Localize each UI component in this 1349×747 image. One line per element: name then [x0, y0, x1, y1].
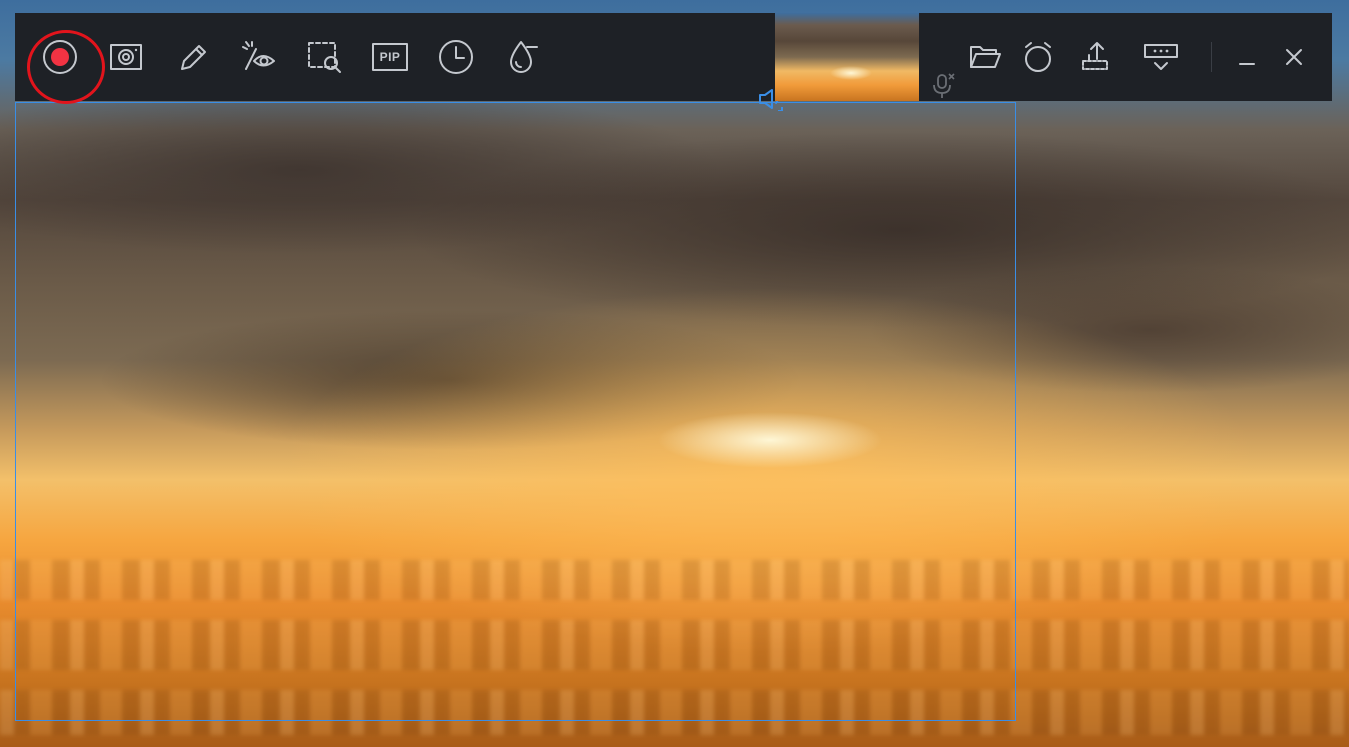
watermark-icon — [510, 41, 538, 73]
screenshot-icon — [110, 44, 142, 70]
recording-region-frame[interactable] — [15, 102, 1016, 721]
recorder-toolbar-right — [919, 13, 1332, 101]
zoom-region-button[interactable] — [306, 39, 342, 75]
microphone-muted-icon[interactable] — [929, 72, 955, 100]
watermark-button[interactable] — [504, 39, 540, 75]
screenshot-button[interactable] — [108, 39, 144, 75]
more-options-button[interactable] — [1143, 39, 1179, 75]
clock-icon — [439, 40, 473, 74]
folder-icon — [970, 46, 1001, 68]
pip-label: PIP — [379, 50, 401, 64]
alarm-icon — [1025, 42, 1051, 72]
open-folder-button[interactable] — [967, 39, 1003, 75]
draw-button[interactable] — [174, 39, 210, 75]
minimize-button[interactable] — [1229, 39, 1265, 75]
task-schedule-button[interactable] — [1020, 39, 1056, 75]
toolbar-divider — [1211, 42, 1212, 72]
dropdown-menu-icon — [1144, 44, 1178, 70]
recorder-toolbar: PIP — [15, 13, 783, 111]
eye-effect-icon — [242, 41, 275, 70]
export-icon — [1082, 42, 1108, 70]
record-button[interactable] — [42, 39, 78, 75]
export-button[interactable] — [1077, 39, 1113, 75]
mouse-effect-button[interactable] — [240, 39, 276, 75]
zoom-region-icon — [308, 42, 341, 73]
schedule-button[interactable] — [438, 39, 474, 75]
close-icon — [1286, 49, 1302, 65]
record-icon — [43, 40, 77, 74]
minimize-icon — [1239, 63, 1255, 65]
preview-thumbnail — [775, 13, 919, 101]
close-button[interactable] — [1276, 39, 1312, 75]
pip-button[interactable]: PIP — [372, 39, 408, 75]
pencil-icon — [181, 45, 206, 70]
